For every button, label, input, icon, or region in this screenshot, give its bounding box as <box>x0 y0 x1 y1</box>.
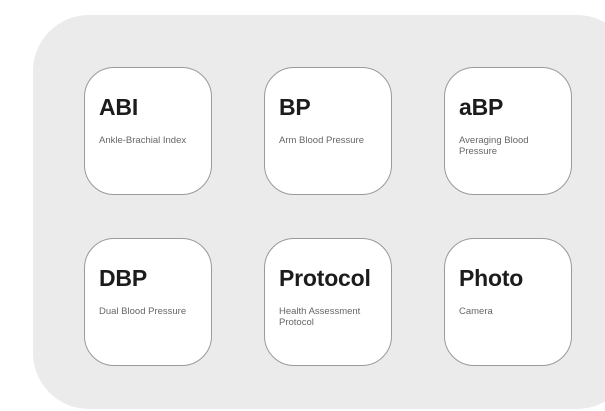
abp-tile[interactable]: aBP Averaging Blood Pressure <box>444 67 572 195</box>
tile-subtitle: Averaging Blood Pressure <box>459 135 529 157</box>
tile-subtitle: Ankle-Brachial Index <box>99 135 187 146</box>
abi-tile[interactable]: ABI Ankle-Brachial Index <box>84 67 212 195</box>
tile-title: BP <box>279 94 311 120</box>
tile-title: Protocol <box>279 265 371 291</box>
dbp-tile[interactable]: DBP Dual Blood Pressure <box>84 238 212 366</box>
tile-title: Photo <box>459 265 524 291</box>
tile-title: DBP <box>99 265 147 291</box>
tile-subtitle: Arm Blood Pressure <box>279 135 365 146</box>
tile-title: aBP <box>459 94 504 120</box>
photo-tile[interactable]: Photo Camera <box>444 238 572 366</box>
tile-title: ABI <box>99 94 139 120</box>
tile-subtitle: Dual Blood Pressure <box>99 306 187 317</box>
tile-subtitle: Health Assessment Protocol <box>279 306 361 328</box>
tile-subtitle: Camera <box>459 306 493 317</box>
bp-tile[interactable]: BP Arm Blood Pressure <box>264 67 392 195</box>
protocol-tile[interactable]: Protocol Health Assessment Protocol <box>264 238 392 366</box>
